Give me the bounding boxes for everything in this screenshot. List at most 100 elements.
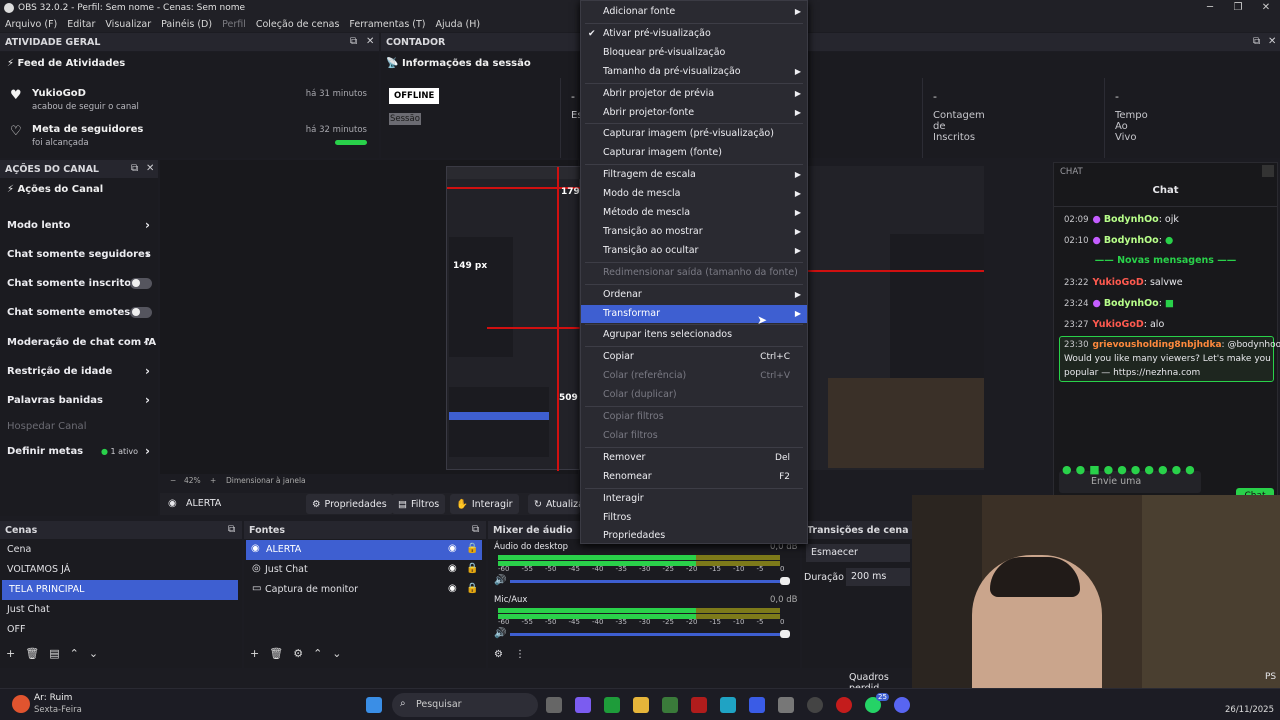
- add-icon[interactable]: +: [250, 647, 259, 660]
- source-item-selected[interactable]: ALERTA: [246, 540, 482, 560]
- scene-item[interactable]: Cena: [0, 540, 238, 560]
- context-menu-item[interactable]: Modo de mescla ▶: [581, 185, 807, 203]
- undock-icon[interactable]: ⧉: [350, 36, 357, 47]
- context-menu-item[interactable]: Filtros: [581, 509, 807, 527]
- menu-edit[interactable]: Editar: [62, 19, 100, 30]
- context-menu-item[interactable]: Transição ao ocultar ▶: [581, 242, 807, 260]
- xbox-icon[interactable]: [604, 697, 620, 713]
- action-followers-only[interactable]: Chat somente seguidores ›: [0, 240, 158, 268]
- context-menu-item[interactable]: Agrupar itens selecionados: [581, 326, 807, 344]
- obs-icon[interactable]: [807, 697, 823, 713]
- menu-docks[interactable]: Painéis (D): [156, 19, 217, 30]
- context-menu-item[interactable]: Abrir projetor-fonte ▶: [581, 104, 807, 122]
- settings-icon[interactable]: [778, 697, 794, 713]
- duration-input[interactable]: 200 ms: [846, 568, 910, 586]
- action-age-restriction[interactable]: Restrição de idade ›: [0, 357, 158, 385]
- app-icon[interactable]: [749, 697, 765, 713]
- action-subscribers-only[interactable]: Chat somente inscritos: [0, 269, 158, 297]
- undock-icon[interactable]: ⧉: [472, 524, 479, 535]
- refresh-button[interactable]: ↻ Atualizar: [528, 494, 588, 514]
- scene-item[interactable]: VOLTAMOS JÁ: [0, 560, 238, 580]
- eye-icon[interactable]: ◉: [448, 583, 457, 594]
- volume-slider[interactable]: [510, 633, 780, 636]
- filters-button[interactable]: ▤ Filtros: [392, 494, 446, 514]
- context-menu-item[interactable]: Renomear F2: [581, 468, 807, 486]
- lock-icon[interactable]: 🔒: [466, 583, 478, 594]
- edge-icon[interactable]: [720, 697, 736, 713]
- close-dock-icon[interactable]: ✕: [366, 36, 374, 47]
- down-arrow-icon[interactable]: ⌄: [332, 647, 341, 660]
- up-arrow-icon[interactable]: ⌃: [313, 647, 322, 660]
- context-menu-item[interactable]: Transição ao mostrar ▶: [581, 223, 807, 241]
- context-menu-item[interactable]: Transformar ▶: [581, 304, 807, 323]
- context-menu-item[interactable]: Copiar Ctrl+C: [581, 348, 807, 366]
- filter-icon[interactable]: ▤: [49, 647, 59, 660]
- speaker-icon[interactable]: 🔊: [494, 575, 506, 586]
- context-menu-item[interactable]: Ativar pré-visualização ✔: [581, 25, 807, 43]
- source-item[interactable]: Captura de monitor: [244, 580, 482, 600]
- volume-slider[interactable]: [510, 580, 780, 583]
- undock-icon[interactable]: ⧉: [228, 524, 235, 535]
- trash-icon[interactable]: 🗑: [25, 647, 39, 660]
- mixer-settings-icon[interactable]: ⚙: [494, 649, 503, 660]
- context-menu-item[interactable]: Bloquear pré-visualização: [581, 44, 807, 62]
- trash-icon[interactable]: 🗑: [269, 647, 283, 660]
- properties-button[interactable]: ⚙ Propriedades: [306, 494, 393, 514]
- maximize-icon[interactable]: ❐: [1224, 0, 1252, 16]
- folder-icon[interactable]: [633, 697, 649, 713]
- close-icon[interactable]: ✕: [1252, 0, 1280, 16]
- context-menu-item[interactable]: Remover Del: [581, 449, 807, 467]
- discord-icon[interactable]: [894, 697, 910, 713]
- down-arrow-icon[interactable]: ⌄: [89, 647, 98, 660]
- chat-restore-icon[interactable]: [1262, 165, 1274, 177]
- windows-start-icon[interactable]: [366, 697, 382, 713]
- close-dock-icon[interactable]: ✕: [146, 163, 154, 174]
- toggle-switch[interactable]: [130, 277, 152, 289]
- source-item[interactable]: Just Chat: [244, 560, 482, 580]
- app-icon[interactable]: [662, 697, 678, 713]
- context-menu-item[interactable]: Filtragem de escala ▶: [581, 166, 807, 184]
- context-menu-item[interactable]: Capturar imagem (fonte): [581, 144, 807, 162]
- close-dock-icon[interactable]: ✕: [1268, 36, 1276, 47]
- up-arrow-icon[interactable]: ⌃: [70, 647, 79, 660]
- context-menu-item[interactable]: Adicionar fonte ▶: [581, 3, 807, 21]
- menu-file[interactable]: Arquivo (F): [0, 19, 62, 30]
- action-set-goals[interactable]: Definir metas ● 1 ativo ›: [0, 437, 158, 465]
- scene-item[interactable]: Just Chat: [0, 600, 238, 620]
- context-menu-item[interactable]: Abrir projetor de prévia ▶: [581, 85, 807, 103]
- menu-tools[interactable]: Ferramentas (T): [344, 19, 430, 30]
- taskview-icon[interactable]: [546, 697, 562, 713]
- context-menu-item[interactable]: Método de mescla ▶: [581, 204, 807, 222]
- toggle-switch[interactable]: [130, 306, 152, 318]
- app-icon[interactable]: [836, 697, 852, 713]
- preview-canvas-right[interactable]: [808, 166, 984, 470]
- lock-icon[interactable]: 🔒: [466, 563, 478, 574]
- scene-item-selected[interactable]: TELA PRINCIPAL: [2, 580, 238, 600]
- context-menu-item[interactable]: Tamanho da pré-visualização ▶: [581, 63, 807, 81]
- copilot-icon[interactable]: [575, 697, 591, 713]
- eye-icon[interactable]: ◉: [448, 563, 457, 574]
- menu-scene-collection[interactable]: Coleção de cenas: [251, 19, 345, 30]
- minimize-icon[interactable]: ─: [1196, 0, 1224, 16]
- action-banned-words[interactable]: Palavras banidas ›: [0, 386, 158, 414]
- eye-icon[interactable]: ◉: [448, 543, 457, 554]
- gear-icon[interactable]: ⚙: [293, 647, 303, 660]
- context-menu-item[interactable]: Ordenar ▶: [581, 286, 807, 304]
- speaker-icon[interactable]: 🔊: [494, 628, 506, 639]
- menu-profile[interactable]: Perfil: [217, 19, 251, 30]
- action-ai-moderation[interactable]: Moderação de chat com IA ↗: [0, 328, 158, 356]
- lock-icon[interactable]: 🔒: [466, 543, 478, 554]
- transition-select[interactable]: Esmaecer: [806, 544, 910, 562]
- app-icon[interactable]: [691, 697, 707, 713]
- context-menu-item[interactable]: Propriedades: [581, 527, 807, 545]
- menu-help[interactable]: Ajuda (H): [431, 19, 486, 30]
- undock-icon[interactable]: ⧉: [1253, 36, 1260, 47]
- undock-icon[interactable]: ⧉: [131, 163, 138, 174]
- more-menu-icon[interactable]: ⋮: [515, 649, 525, 660]
- search-box[interactable]: ⌕ Pesquisar: [392, 693, 538, 717]
- interact-button[interactable]: ✋ Interagir: [450, 494, 519, 514]
- scene-item[interactable]: OFF: [0, 620, 238, 640]
- action-emotes-only[interactable]: Chat somente emotes: [0, 298, 158, 326]
- preview-canvas[interactable]: 179 149 px 509: [446, 166, 581, 471]
- emote-bar[interactable]: ●●■●●●●●●●: [1062, 463, 1199, 476]
